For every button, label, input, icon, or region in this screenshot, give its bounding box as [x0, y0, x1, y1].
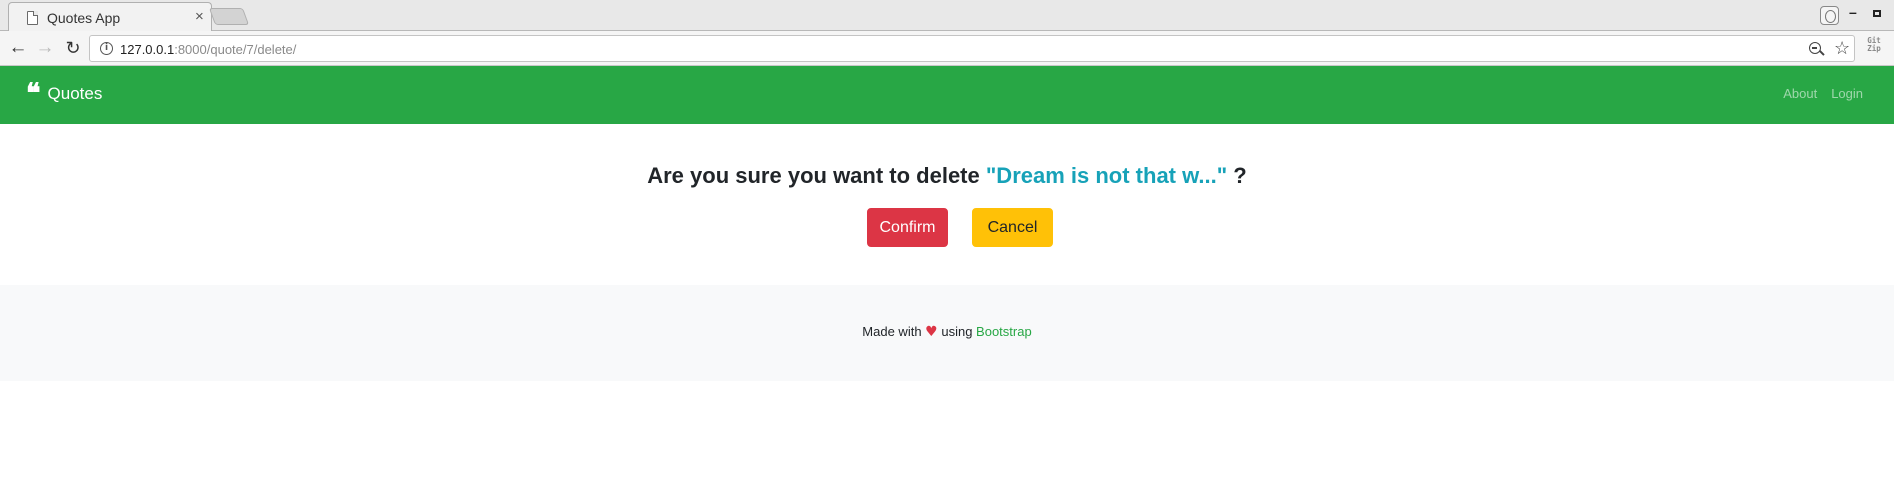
delete-confirmation: Are you sure you want to delete "Dream i… [0, 124, 1894, 285]
page-icon [27, 11, 38, 25]
brand-text: Quotes [47, 84, 103, 103]
heart-icon: ♥ [925, 324, 938, 340]
url-text[interactable]: 127.0.0.1:8000/quote/7/delete/ [120, 42, 296, 57]
url-host: 127.0.0.1 [120, 42, 175, 57]
bookmark-star-icon[interactable]: ☆ [1834, 37, 1850, 59]
browser-tab[interactable]: Quotes App × [8, 2, 212, 32]
question-prefix: Are you sure you want to delete [647, 163, 986, 188]
confirmation-question: Are you sure you want to delete "Dream i… [0, 163, 1894, 189]
url-path: :8000/quote/7/delete/ [174, 42, 297, 57]
nav-link-about[interactable]: About [1783, 86, 1817, 101]
back-button[interactable]: ← [7, 37, 29, 59]
confirm-button[interactable]: Confirm [867, 208, 948, 247]
site-navbar: ❝ Quotes About Login [0, 66, 1894, 124]
footer-prefix: Made with [862, 324, 926, 339]
cancel-button[interactable]: Cancel [972, 208, 1053, 247]
tab-title: Quotes App [47, 10, 121, 26]
brand-link[interactable]: ❝ Quotes [26, 78, 103, 109]
maximize-window-button[interactable] [1873, 10, 1881, 17]
minimize-window-button[interactable]: – [1849, 4, 1857, 20]
footer-middle: using [937, 324, 977, 339]
forward-button[interactable]: → [34, 37, 56, 59]
question-suffix: ? [1227, 163, 1247, 188]
profile-icon[interactable] [1820, 6, 1839, 25]
quote-icon: ❝ [26, 78, 40, 109]
extension-label-bottom: Zip [1867, 44, 1881, 53]
quote-link[interactable]: "Dream is not that w..." [986, 163, 1227, 188]
tab-close-icon[interactable]: × [195, 8, 204, 26]
address-bar[interactable]: i 127.0.0.1:8000/quote/7/delete/ ☆ [89, 35, 1855, 62]
reload-button[interactable]: ↻ [62, 37, 84, 59]
footer-text: Made with ♥ using Bootstrap [0, 324, 1894, 339]
info-icon[interactable]: i [100, 42, 113, 55]
browser-tab-strip: Quotes App × – [0, 0, 1894, 32]
nav-links: About Login [1783, 86, 1863, 101]
extension-icon[interactable]: Git Zip [1863, 37, 1885, 59]
action-buttons: Confirm Cancel [867, 208, 1053, 247]
bootstrap-link[interactable]: Bootstrap [976, 324, 1032, 339]
new-tab-button[interactable] [208, 8, 250, 25]
browser-toolbar: ← → ↻ i 127.0.0.1:8000/quote/7/delete/ ☆… [0, 31, 1894, 66]
site-footer: Made with ♥ using Bootstrap [0, 285, 1894, 381]
zoom-icon[interactable] [1809, 42, 1821, 54]
nav-link-login[interactable]: Login [1831, 86, 1863, 101]
